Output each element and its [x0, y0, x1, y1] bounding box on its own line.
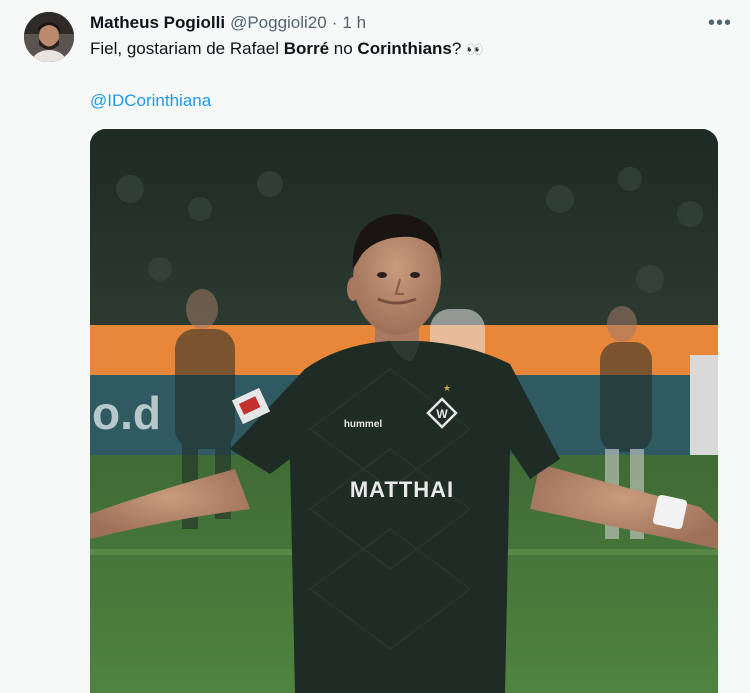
tweet-text: Fiel, gostariam de Rafael Borré no Corin… — [90, 38, 484, 60]
tweet-media-photo[interactable]: o.d W ★ hummel MATTHAI — [90, 129, 718, 693]
avatar-image — [24, 12, 74, 62]
timestamp[interactable]: 1 h — [342, 13, 366, 33]
author-handle[interactable]: @Poggioli20 — [230, 13, 327, 33]
tweet-text-part: ? — [451, 39, 462, 58]
separator-dot: · — [331, 13, 338, 32]
svg-text:★: ★ — [443, 383, 451, 393]
avatar[interactable] — [24, 12, 74, 62]
author-name[interactable]: Matheus Pogiolli — [90, 13, 225, 33]
tweet-header: Matheus Pogiolli @Poggioli20 · 1 h — [90, 12, 366, 34]
tweet-text-part: Fiel, gostariam de Rafael — [90, 39, 284, 58]
tweet-text-bold: Corinthians — [357, 39, 452, 58]
board-text: o.d — [92, 387, 161, 439]
tweet-text-part: no — [329, 39, 358, 58]
jersey-brand: hummel — [344, 419, 383, 430]
mention-link[interactable]: @IDCorinthiana — [90, 90, 211, 112]
jersey-sponsor: MATTHAI — [350, 477, 454, 502]
svg-text:W: W — [436, 407, 448, 421]
tweet-text-bold: Borré — [283, 39, 330, 58]
eyes-emoji-icon: 👀 — [466, 41, 483, 57]
tweet-card[interactable]: Matheus Pogiolli @Poggioli20 · 1 h ••• F… — [0, 0, 750, 693]
more-options-icon[interactable]: ••• — [706, 12, 734, 34]
player-photo: o.d W ★ hummel MATTHAI — [90, 129, 718, 693]
